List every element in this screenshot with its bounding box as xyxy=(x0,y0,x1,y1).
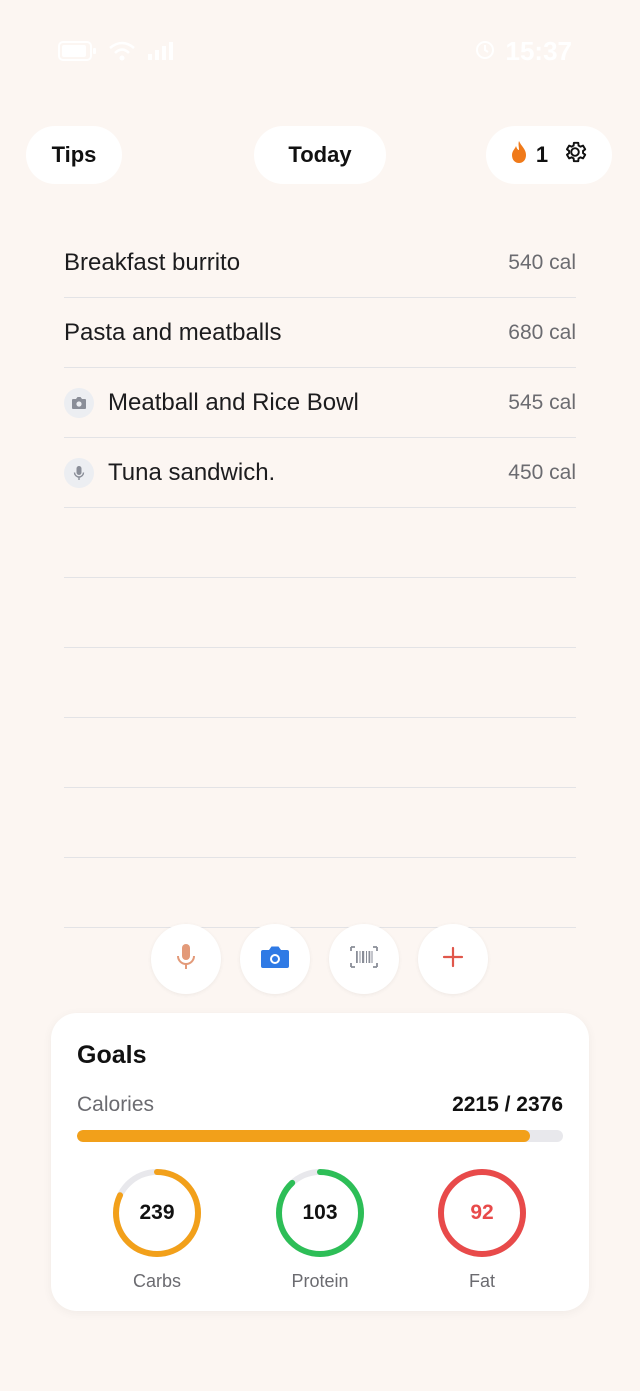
food-calories: 540 cal xyxy=(508,250,576,274)
status-time: 15:37 xyxy=(505,36,573,66)
goals-card[interactable]: Goals Calories 2215 / 2376 239 Carbs 103… xyxy=(51,1013,589,1311)
carbs-value: 239 xyxy=(139,1201,175,1224)
food-calories: 680 cal xyxy=(508,320,576,344)
food-row[interactable]: Tuna sandwich. 450 cal xyxy=(64,438,576,508)
flame-icon xyxy=(510,140,528,170)
wifi-icon xyxy=(108,38,136,69)
empty-row[interactable] xyxy=(64,718,576,788)
barcode-icon xyxy=(349,945,379,974)
empty-row[interactable] xyxy=(64,578,576,648)
food-name: Pasta and meatballs xyxy=(64,318,282,346)
add-food-button[interactable] xyxy=(418,924,488,994)
status-icons-right: 15:37 xyxy=(474,36,573,67)
voice-log-button[interactable] xyxy=(151,924,221,994)
photo-log-button[interactable] xyxy=(240,924,310,994)
plus-icon xyxy=(441,945,465,974)
carbs-ring: 239 Carbs xyxy=(111,1167,203,1292)
camera-icon xyxy=(64,387,94,418)
status-icons-left xyxy=(58,38,174,69)
protein-ring: 103 Protein xyxy=(274,1167,366,1292)
protein-value: 103 xyxy=(302,1201,338,1224)
microphone-icon xyxy=(64,457,94,488)
tips-label: Tips xyxy=(51,142,97,167)
fat-value: 92 xyxy=(470,1201,494,1224)
status-bar: 15:37 xyxy=(0,30,640,74)
today-label: Today xyxy=(288,142,352,167)
camera-icon xyxy=(260,945,290,974)
food-calories: 450 cal xyxy=(508,460,576,484)
food-row[interactable]: Pasta and meatballs 680 cal xyxy=(64,298,576,368)
carbs-label: Carbs xyxy=(132,1271,181,1291)
calories-label: Calories xyxy=(77,1093,155,1116)
today-button[interactable]: Today xyxy=(254,126,386,184)
food-name: Tuna sandwich. xyxy=(108,458,276,486)
barcode-scan-button[interactable] xyxy=(329,924,399,994)
tips-button[interactable]: Tips xyxy=(26,126,122,184)
food-name: Breakfast burrito xyxy=(64,248,241,276)
food-name: Meatball and Rice Bowl xyxy=(108,388,359,416)
fat-label: Fat xyxy=(468,1271,495,1291)
food-row[interactable]: Breakfast burrito 540 cal xyxy=(64,228,576,298)
battery-icon xyxy=(58,38,98,69)
empty-row[interactable] xyxy=(64,648,576,718)
fat-ring: 92 Fat xyxy=(436,1167,528,1292)
microphone-icon xyxy=(176,943,196,976)
goals-title: Goals xyxy=(77,1041,147,1069)
alarm-icon xyxy=(474,36,496,67)
calories-progress-fill xyxy=(77,1130,531,1142)
log-actions xyxy=(151,924,489,994)
food-calories: 545 cal xyxy=(508,390,576,414)
food-log-list: Breakfast burrito 540 cal Pasta and meat… xyxy=(64,228,576,928)
protein-label: Protein xyxy=(291,1271,349,1291)
calories-value: 2215 / 2376 xyxy=(452,1093,563,1116)
empty-row[interactable] xyxy=(64,788,576,858)
signal-icon xyxy=(146,38,174,69)
streak-settings-pill[interactable]: 1 xyxy=(486,126,612,184)
calories-progress-bar xyxy=(77,1130,563,1142)
empty-row[interactable] xyxy=(64,508,576,578)
gear-icon[interactable] xyxy=(562,139,588,171)
streak-count: 1 xyxy=(535,142,549,167)
food-row[interactable]: Meatball and Rice Bowl 545 cal xyxy=(64,368,576,438)
empty-row[interactable] xyxy=(64,858,576,928)
